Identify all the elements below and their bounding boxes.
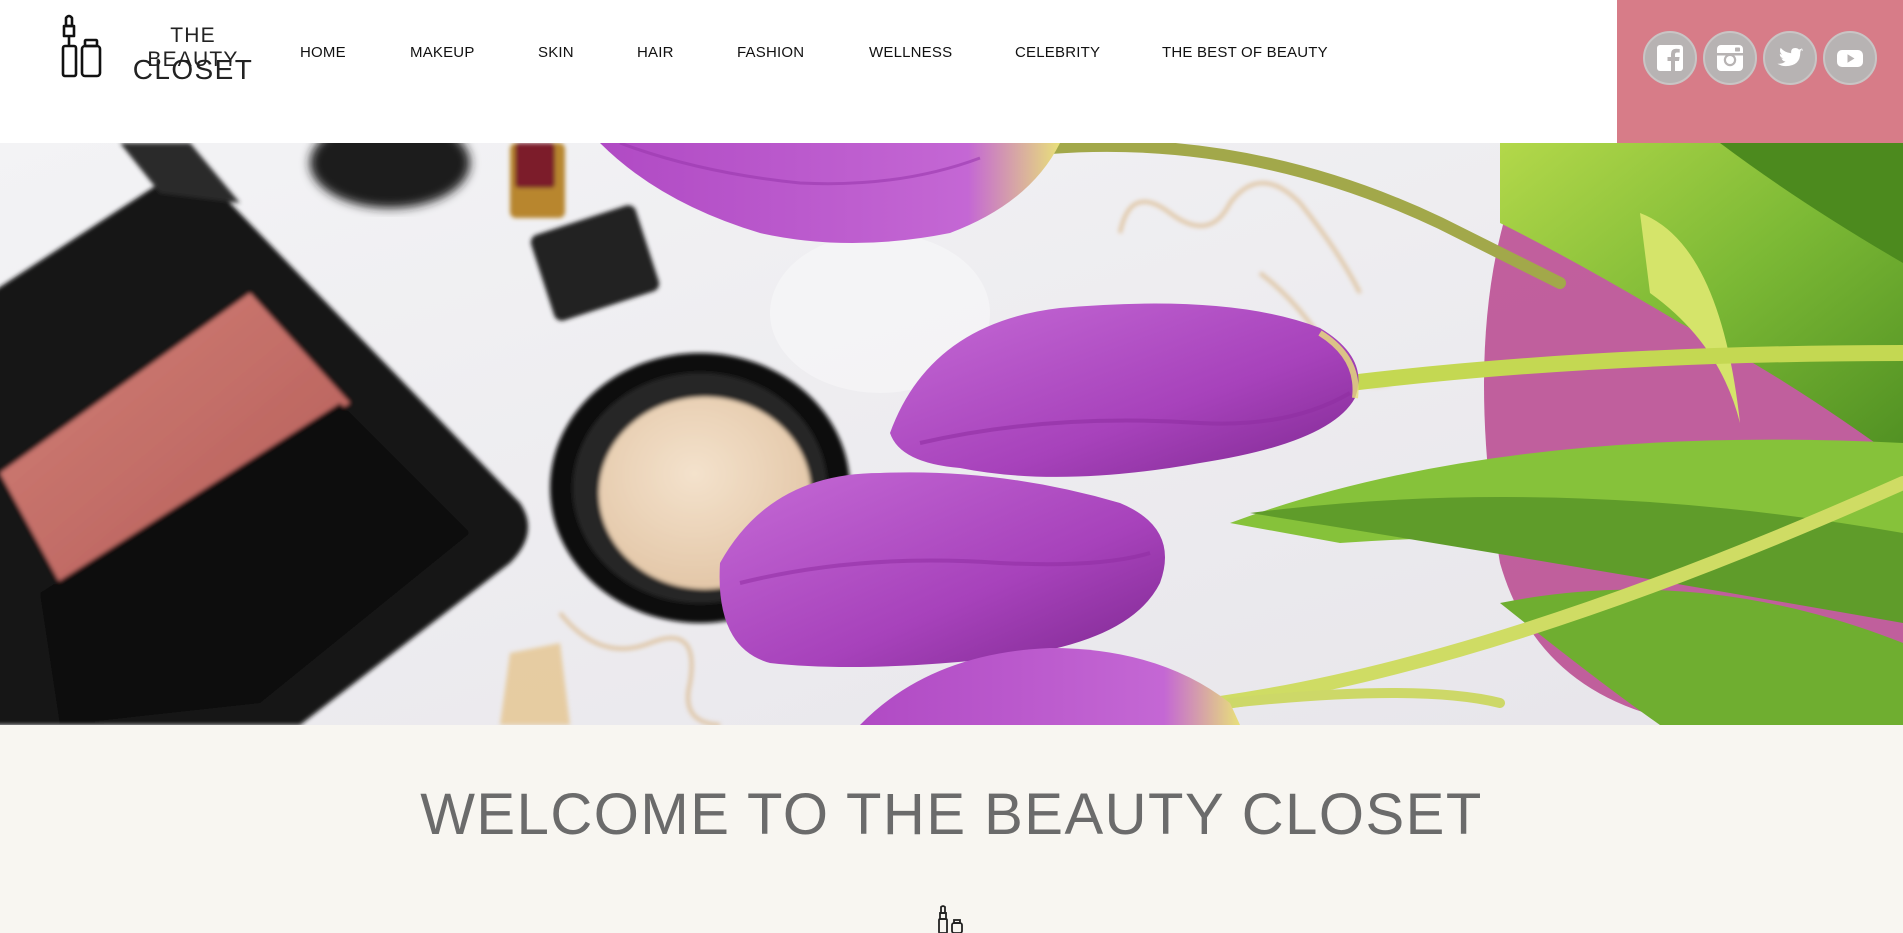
facebook-icon[interactable]: [1643, 31, 1697, 85]
nav-item-celebrity[interactable]: CELEBRITY: [1015, 44, 1100, 61]
nav-item-fashion[interactable]: FASHION: [737, 44, 804, 61]
nav-item-best-of-beauty[interactable]: THE BEST OF BEAUTY: [1162, 44, 1328, 61]
hero-image: [0, 143, 1903, 725]
nav-item-home[interactable]: HOME: [300, 44, 346, 61]
makeup-and-tulips-photo: [0, 143, 1903, 725]
site-header: THE BEAUTY CLOSET HOME MAKEUP SKIN HAIR …: [0, 0, 1903, 143]
lipstick-compact-icon: [938, 905, 963, 933]
nav-item-skin[interactable]: SKIN: [538, 44, 574, 61]
nav-item-makeup[interactable]: MAKEUP: [410, 44, 475, 61]
welcome-section: WELCOME TO THE BEAUTY CLOSET: [0, 725, 1903, 933]
twitter-icon[interactable]: [1763, 31, 1817, 85]
youtube-icon[interactable]: [1823, 31, 1877, 85]
lipstick-compact-icon: [61, 14, 102, 78]
nav-item-wellness[interactable]: WELLNESS: [869, 44, 952, 61]
brand-name-line2: CLOSET: [132, 54, 254, 85]
social-links-panel: [1617, 0, 1903, 143]
instagram-icon[interactable]: [1703, 31, 1757, 85]
welcome-heading: WELCOME TO THE BEAUTY CLOSET: [420, 782, 1483, 847]
nav-item-hair[interactable]: HAIR: [637, 44, 674, 61]
brand-logo[interactable]: THE BEAUTY CLOSET: [60, 14, 260, 86]
